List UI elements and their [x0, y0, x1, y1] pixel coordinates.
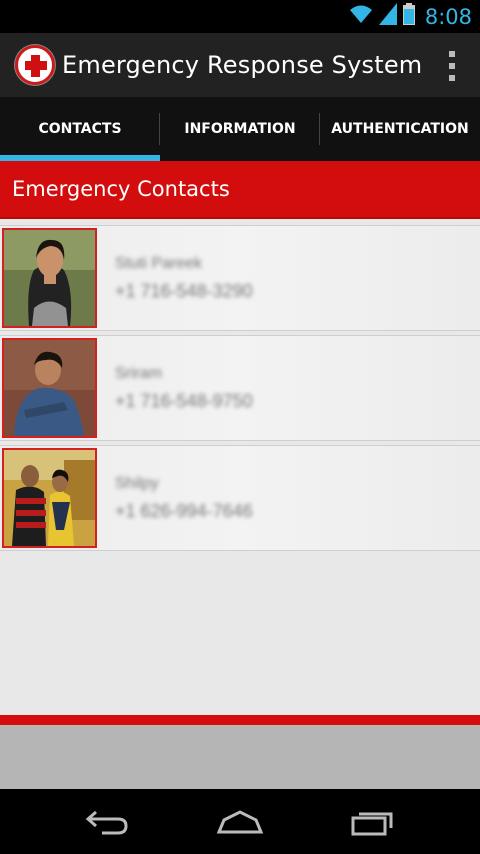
contact-info: Shilpy +1 626-994-7646 — [115, 475, 253, 522]
overflow-menu-icon[interactable] — [446, 51, 458, 81]
tab-authentication[interactable]: AUTHENTICATION — [320, 97, 480, 161]
avatar — [2, 338, 97, 438]
footer-panel — [0, 725, 480, 789]
tab-label: CONTACTS — [38, 121, 122, 137]
contact-name: Sriram — [115, 364, 163, 382]
contact-info: Stuti Pareek +1 716-548-3290 — [115, 255, 253, 302]
recent-apps-icon[interactable] — [343, 802, 403, 842]
contacts-content: Emergency Contacts Stuti Pareek +1 716-5… — [0, 161, 480, 715]
red-cross-icon[interactable] — [15, 45, 55, 85]
tab-label: INFORMATION — [184, 121, 296, 137]
avatar — [2, 448, 97, 548]
navigation-bar — [0, 789, 480, 854]
home-icon[interactable] — [210, 802, 270, 842]
action-bar: Emergency Response System — [0, 33, 480, 97]
contact-name: Stuti Pareek — [115, 254, 203, 272]
section-header: Emergency Contacts — [0, 161, 480, 219]
battery-icon — [402, 3, 415, 30]
contact-name: Shilpy — [115, 474, 159, 492]
list-item[interactable]: Shilpy +1 626-994-7646 — [0, 445, 480, 551]
signal-icon — [378, 3, 397, 30]
tab-contacts[interactable]: CONTACTS — [0, 97, 160, 161]
contact-list: Stuti Pareek +1 716-548-3290 Sriram +1 7… — [0, 219, 480, 551]
clock: 8:08 — [424, 4, 472, 29]
contact-info: Sriram +1 716-548-9750 — [115, 365, 253, 412]
status-bar: 8:08 — [0, 0, 480, 33]
tab-label: AUTHENTICATION — [331, 121, 469, 137]
tab-information[interactable]: INFORMATION — [160, 97, 320, 161]
contact-phone: +1 716-548-3290 — [115, 280, 253, 301]
app-title: Emergency Response System — [62, 51, 423, 79]
contact-phone: +1 716-548-9750 — [115, 390, 253, 411]
list-item[interactable]: Stuti Pareek +1 716-548-3290 — [0, 225, 480, 331]
back-icon[interactable] — [77, 802, 137, 842]
wifi-icon — [349, 4, 373, 29]
bottom-accent-strip — [0, 715, 480, 725]
tab-bar: CONTACTS INFORMATION AUTHENTICATION — [0, 97, 480, 161]
avatar — [2, 228, 97, 328]
contact-phone: +1 626-994-7646 — [115, 500, 253, 521]
list-item[interactable]: Sriram +1 716-548-9750 — [0, 335, 480, 441]
